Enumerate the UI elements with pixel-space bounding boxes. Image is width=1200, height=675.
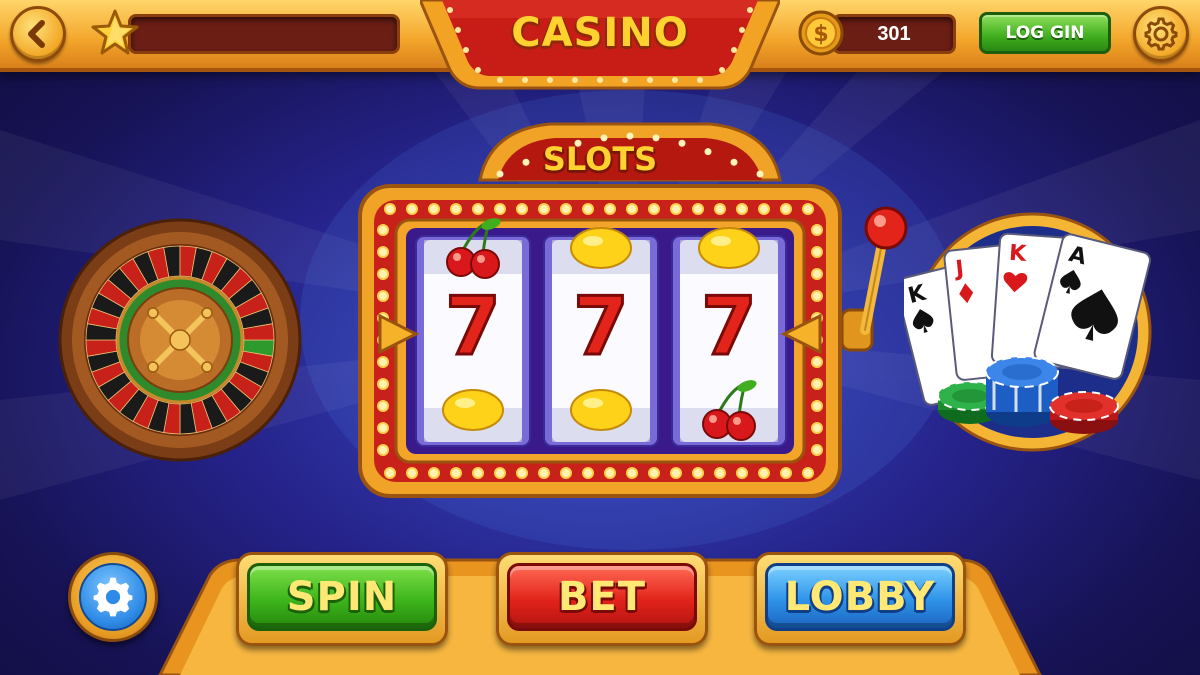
seven-symbol: 7 [573,280,629,373]
gear-icon [1144,17,1178,51]
roulette-wheel[interactable] [58,218,302,462]
marquee-bulb [582,467,594,479]
marquee-bulb [811,246,823,258]
login-button[interactable]: LOG GIN [979,12,1111,54]
svg-text:$: $ [813,22,828,47]
marquee-bulb [384,467,396,479]
marquee-bulb [714,203,726,215]
marquee-bulb [604,203,616,215]
marquee-bulb [377,444,389,456]
marquee-bulb [472,467,484,479]
marquee-bulb [648,203,660,215]
marquee-bulb [811,268,823,280]
seven-symbol: 7 [445,280,501,373]
settings-button[interactable] [68,552,158,642]
lobby-button-frame: LOBBY [754,552,966,646]
seven-symbol-group: 7 [572,279,631,375]
lemon-symbol [442,389,504,431]
marquee-bulb [406,203,418,215]
slot-machine[interactable]: 777 [340,120,920,510]
back-button[interactable] [10,6,66,62]
marquee-bulb [516,467,528,479]
marquee-bulb [811,356,823,368]
slots-label: SLOTS [542,140,658,178]
marquee-bulb [560,203,572,215]
marquee-bulb [516,203,528,215]
marquee-bulb [802,203,814,215]
marquee-bulb [377,290,389,302]
marquee-bulb [377,400,389,412]
marquee-bulb [450,467,462,479]
star-icon [91,9,139,55]
marquee-bulb [406,467,418,479]
marquee-bulb [670,203,682,215]
marquee-bulb [560,467,572,479]
marquee-bulb [377,246,389,258]
marquee-bulb [472,203,484,215]
marquee-bulb [626,467,638,479]
marquee-bulb [811,224,823,236]
seven-symbol-group: 7 [444,279,503,375]
marquee-bulb [780,467,792,479]
gear-icon [93,577,133,617]
marquee-bulb [802,467,814,479]
card-table-icon[interactable]: KJK A [904,210,1154,460]
marquee-bulb [377,378,389,390]
seven-symbol: 7 [701,280,757,373]
marquee-bulb [377,268,389,280]
seven-symbol-group: 7 [700,279,759,375]
settings-button-top[interactable] [1133,6,1189,62]
crest-bulb [626,132,634,140]
marquee-bulb [604,467,616,479]
marquee-bulb [811,444,823,456]
marquee-bulb [758,467,770,479]
marquee-bulb [538,203,550,215]
marquee-bulb [626,203,638,215]
chevron-left-icon [28,20,45,48]
marquee-bulb [780,203,792,215]
lemon-symbol [698,227,760,269]
card-rank: K [1008,241,1028,267]
settings-button-face [79,563,147,631]
marquee-bulb [811,422,823,434]
spin-button[interactable]: SPIN [247,563,437,631]
marquee-bulb [377,356,389,368]
dollar-coin-icon: $ [798,10,844,56]
marquee-bulb [714,467,726,479]
marquee-bulb [377,224,389,236]
marquee-bulb [450,203,462,215]
lemon-symbol [570,389,632,431]
marquee-bulb [538,467,550,479]
crest-bulb [730,158,738,166]
marquee-bulb [811,290,823,302]
marquee-bulb [428,467,440,479]
marquee-bulb [758,203,770,215]
marquee-bulb [648,467,660,479]
marquee-bulb [692,203,704,215]
marquee-bulb [428,203,440,215]
page-title: CASINO [511,10,689,56]
crest-bulb [704,148,712,156]
xp-progress-bar [128,14,400,54]
marquee-bulb [736,203,748,215]
spin-button-frame: SPIN [236,552,448,646]
crest-bulb [756,170,764,178]
marquee-bulb [811,378,823,390]
coin-balance: 301 [832,14,956,54]
marquee-bulb [811,400,823,412]
lobby-button[interactable]: LOBBY [765,563,955,631]
marquee-bulb [692,467,704,479]
marquee-bulb [582,203,594,215]
bet-button[interactable]: BET [507,563,697,631]
marquee-bulb [736,467,748,479]
marquee-bulb [494,467,506,479]
lemon-symbol [570,227,632,269]
marquee-bulb [670,467,682,479]
marquee-bulb [377,422,389,434]
marquee-bulb [494,203,506,215]
bet-button-frame: BET [496,552,708,646]
marquee-bulb [384,203,396,215]
